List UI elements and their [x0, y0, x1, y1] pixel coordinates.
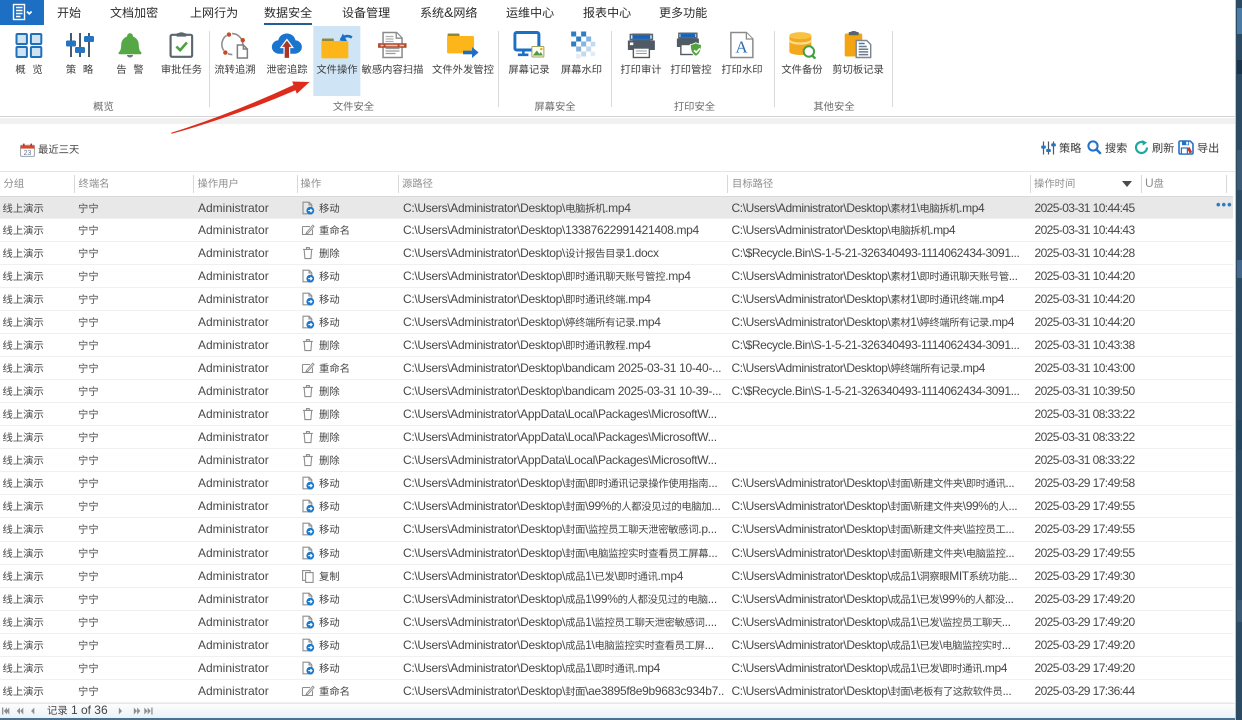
svg-text:A: A: [736, 38, 749, 57]
svg-text:23: 23: [24, 150, 32, 157]
